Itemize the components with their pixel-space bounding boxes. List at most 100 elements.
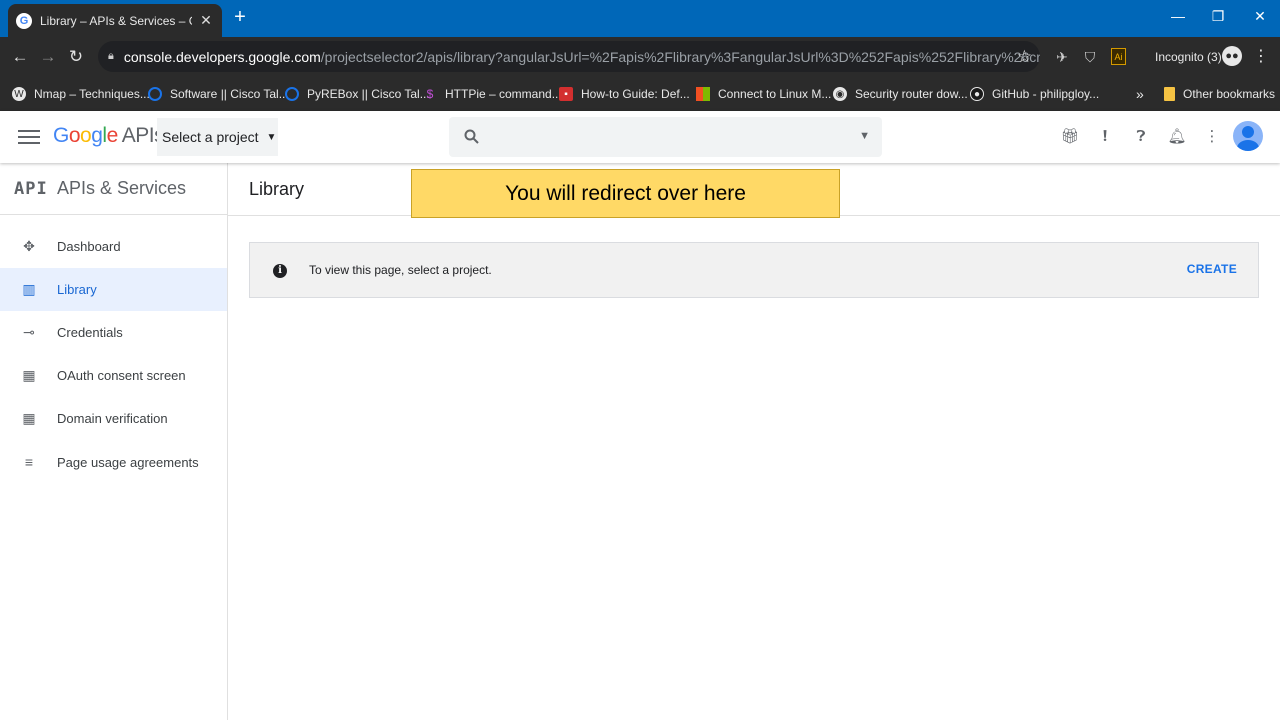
sidebar: API APIs & Services ✥ Dashboard ▥ Librar…	[0, 163, 228, 720]
help-icon[interactable]: ❓︎	[1129, 125, 1153, 149]
redhat-icon: ▪	[559, 87, 573, 101]
incognito-label: Incognito (3)	[1155, 50, 1222, 64]
forward-icon[interactable]: →	[36, 45, 60, 69]
sidebar-item-page-usage[interactable]: ≡ Page usage agreements	[0, 441, 227, 484]
bookmark-label: Connect to Linux M...	[718, 87, 832, 101]
folder-icon	[1164, 87, 1175, 101]
avatar[interactable]	[1233, 121, 1263, 151]
circle-icon	[148, 87, 162, 101]
sidebar-item-oauth-consent[interactable]: ▦ OAuth consent screen	[0, 354, 227, 397]
api-badge-icon: API	[14, 179, 48, 199]
microsoft-icon	[696, 87, 710, 101]
bookmark-item[interactable]: ● GitHub - philipgloy...	[970, 84, 1099, 104]
sidebar-item-dashboard[interactable]: ✥ Dashboard	[0, 225, 227, 268]
bookmark-item[interactable]: PyREBox || Cisco Tal...	[285, 84, 430, 104]
illustrator-extension-icon[interactable]: Ai	[1111, 48, 1126, 65]
reload-icon[interactable]: ↻	[64, 45, 88, 69]
url-host: console.developers.google.com	[123, 48, 321, 65]
sidebar-item-library[interactable]: ▥ Library	[0, 268, 227, 311]
more-options-icon[interactable]: ⋮	[1200, 125, 1224, 149]
bookmark-item[interactable]: ▪ How-to Guide: Def...	[559, 84, 690, 104]
minimize-icon[interactable]: —	[1158, 4, 1198, 28]
google-apis-logo[interactable]: Google APIs	[53, 124, 165, 148]
bookmark-label: Security router dow...	[855, 87, 968, 101]
sidebar-item-label: OAuth consent screen	[57, 368, 186, 383]
browser-tab[interactable]: G Library – APIs & Services – Googl ✕	[8, 4, 222, 37]
hamburger-menu-icon[interactable]	[18, 126, 40, 148]
search-dropdown-icon[interactable]: ▼	[859, 130, 870, 142]
extension-icon[interactable]: ✈	[1052, 47, 1072, 67]
bookmark-item[interactable]: W Nmap – Techniques...	[12, 84, 150, 104]
sidebar-item-label: Page usage agreements	[57, 455, 199, 470]
other-bookmarks[interactable]: Other bookmarks	[1164, 84, 1275, 104]
sidebar-header: API APIs & Services	[0, 163, 227, 215]
library-icon: ▥	[22, 281, 36, 297]
sidebar-item-label: Domain verification	[57, 411, 168, 426]
logo-letter: o	[80, 124, 92, 147]
settings-list-icon: ≡	[24, 454, 34, 470]
back-icon[interactable]: ←	[8, 45, 32, 69]
logo-letter: o	[68, 124, 81, 147]
pocket-icon[interactable]: ⛉	[1080, 47, 1100, 67]
sidebar-item-credentials[interactable]: ⊸ Credentials	[0, 311, 227, 354]
project-selector-label: Select a project	[162, 129, 259, 145]
lock-icon: 🔒︎	[108, 50, 114, 62]
url-path: /projectselector2/apis/library?angularJs…	[320, 48, 1040, 65]
bookmark-item[interactable]: ◉ Security router dow...	[833, 84, 968, 104]
sidebar-title: APIs & Services	[57, 178, 187, 198]
bookmark-item[interactable]: Software || Cisco Tal...	[148, 84, 289, 104]
new-tab-button[interactable]: +	[230, 7, 250, 28]
logo-letter: G	[53, 124, 69, 147]
gift-icon[interactable]: 🎁︎	[1058, 125, 1082, 149]
restore-icon[interactable]: ❐	[1198, 4, 1238, 28]
dashboard-icon: ✥	[23, 238, 35, 254]
sidebar-item-label: Library	[57, 282, 97, 297]
browser-menu-icon[interactable]: ⋮	[1252, 45, 1270, 69]
globe-icon: ◉	[833, 87, 847, 101]
page-title: Library	[249, 179, 305, 199]
sidebar-item-label: Credentials	[57, 325, 123, 340]
logo-letter: e	[106, 124, 119, 147]
bookmark-label: PyREBox || Cisco Tal...	[307, 87, 430, 101]
more-bookmarks-button[interactable]: »	[1136, 84, 1144, 104]
bookmarks-bar: W Nmap – Techniques... Software || Cisco…	[0, 76, 1280, 111]
tab-title: Library – APIs & Services – Googl	[40, 13, 192, 28]
bookmark-label: GitHub - philipgloy...	[992, 87, 1100, 101]
bookmark-item[interactable]: $ HTTPie – command...	[423, 84, 562, 104]
google-favicon-icon: G	[16, 12, 32, 29]
sidebar-item-domain-verification[interactable]: ▦ Domain verification	[0, 397, 227, 440]
circle-icon	[285, 87, 299, 101]
dollar-icon: $	[426, 87, 434, 101]
domain-icon: ▦	[22, 410, 36, 426]
app-header: Google APIs Select a project ▼ ▼ 🎁︎ ❗︎ ❓︎…	[0, 111, 1280, 163]
close-window-icon[interactable]: ✕	[1240, 4, 1280, 28]
consent-icon: ▦	[22, 367, 36, 383]
info-banner: i To view this page, select a project. C…	[249, 242, 1259, 298]
sidebar-item-label: Dashboard	[57, 239, 121, 254]
bookmark-item[interactable]: Connect to Linux M...	[696, 84, 831, 104]
wordpress-icon: W	[12, 87, 26, 101]
search-input[interactable]: ▼	[449, 117, 882, 157]
annotation-callout: You will redirect over here	[411, 169, 840, 218]
browser-tab-bar: G Library – APIs & Services – Googl ✕ + …	[0, 0, 1280, 37]
project-selector[interactable]: Select a project ▼	[157, 118, 278, 156]
github-icon: ●	[970, 87, 984, 101]
info-icon: i	[273, 264, 287, 278]
bookmark-label: HTTPie – command...	[445, 87, 562, 101]
caret-down-icon: ▼	[266, 131, 277, 143]
create-button[interactable]: CREATE	[1187, 262, 1237, 276]
bookmark-label: Software || Cisco Tal...	[170, 87, 289, 101]
other-bookmarks-label: Other bookmarks	[1183, 87, 1276, 101]
bookmark-label: How-to Guide: Def...	[581, 87, 690, 101]
key-icon: ⊸	[23, 324, 35, 340]
browser-toolbar: ← → ↻ 🔒︎ console.developers.google.com/p…	[0, 37, 1280, 76]
tab-close-icon[interactable]: ✕	[198, 12, 214, 29]
info-message: To view this page, select a project.	[309, 263, 492, 277]
incognito-icon[interactable]: ●●	[1222, 46, 1242, 66]
search-icon	[464, 129, 479, 144]
address-bar[interactable]: 🔒︎ console.developers.google.com/project…	[98, 41, 1040, 72]
feedback-icon[interactable]: ❗︎	[1093, 125, 1117, 149]
bookmark-star-icon[interactable]: ☆	[1017, 47, 1032, 67]
bookmark-label: Nmap – Techniques...	[34, 87, 150, 101]
notifications-bell-icon[interactable]: 🔔︎	[1165, 125, 1189, 149]
